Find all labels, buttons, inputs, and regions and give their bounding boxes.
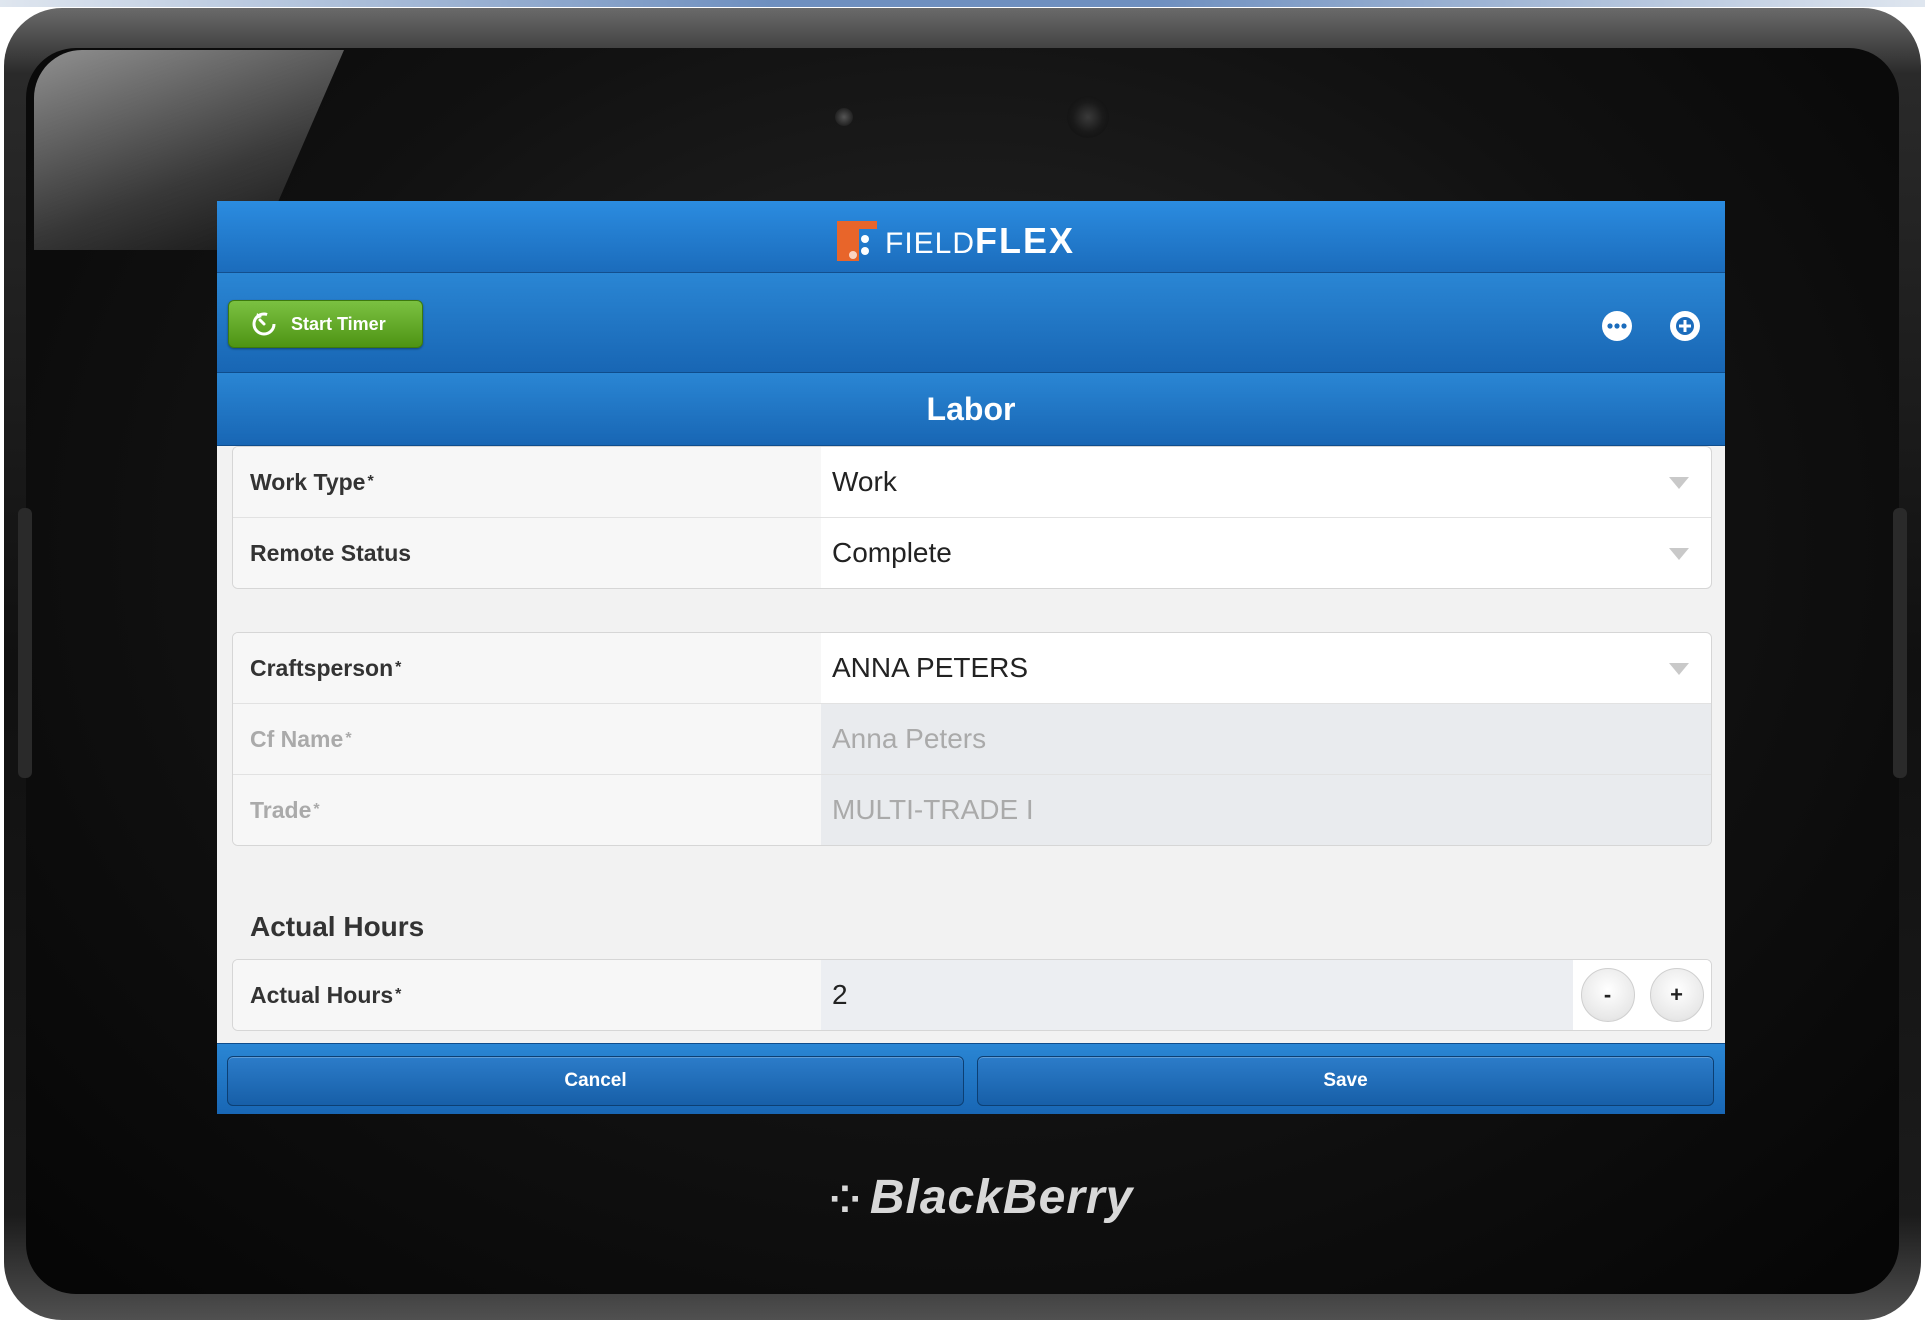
craftsperson-value: ANNA PETERS <box>832 652 1029 683</box>
trade-field: MULTI-TRADE I <box>821 775 1711 845</box>
side-button-right <box>1893 508 1907 778</box>
cancel-button[interactable]: Cancel <box>227 1056 964 1106</box>
trade-row: Trade * MULTI-TRADE I <box>233 774 1711 845</box>
cf-name-field: Anna Peters <box>821 704 1711 774</box>
top-strip <box>0 0 1925 7</box>
chevron-down-icon <box>1669 663 1689 675</box>
cf-name-row: Cf Name * Anna Peters <box>233 703 1711 774</box>
light-sensor <box>835 108 853 126</box>
decrement-button[interactable]: - <box>1580 968 1635 1022</box>
fieldflex-logo: FIELDFLEX <box>837 220 1075 262</box>
craftsperson-select[interactable]: ANNA PETERS <box>821 633 1711 703</box>
actual-hours-row: Actual Hours * 2 - + <box>233 960 1711 1030</box>
more-icon[interactable] <box>1602 311 1632 341</box>
work-type-row: Work Type * Work <box>233 447 1711 517</box>
cf-name-label: Cf Name * <box>233 704 821 774</box>
save-button[interactable]: Save <box>977 1056 1714 1106</box>
stopwatch-icon <box>252 312 276 336</box>
quantity-stepper: - + <box>1573 960 1711 1030</box>
work-type-label: Work Type * <box>233 447 821 517</box>
chevron-down-icon <box>1669 477 1689 489</box>
app-header: FIELDFLEX <box>217 201 1725 273</box>
toolbar: Start Timer <box>217 273 1725 373</box>
fieldflex-mark-icon <box>837 221 877 261</box>
side-button-left <box>18 508 32 778</box>
remote-status-label: Remote Status <box>233 518 821 588</box>
start-timer-label: Start Timer <box>291 313 386 334</box>
brand-prefix: FIELD <box>885 227 976 260</box>
actual-hours-value: 2 <box>832 979 848 1010</box>
actual-hours-label: Actual Hours * <box>233 960 821 1030</box>
craftsperson-row: Craftsperson * ANNA PETERS <box>233 633 1711 703</box>
brand-suffix: FLEX <box>975 220 1076 261</box>
blackberry-logo: ⁘ BlackBerry <box>829 1170 1133 1225</box>
page-title: Labor <box>217 373 1725 446</box>
add-icon[interactable] <box>1670 311 1700 341</box>
craft-group: Craftsperson * ANNA PETERS Cf Name * Anna … <box>232 632 1712 846</box>
increment-button[interactable]: + <box>1649 968 1704 1022</box>
device-brand: BlackBerry <box>869 1171 1134 1224</box>
chevron-down-icon <box>1669 548 1689 560</box>
trade-value: MULTI-TRADE I <box>832 794 1034 825</box>
remote-status-row: Remote Status Complete <box>233 517 1711 588</box>
front-camera <box>1067 96 1109 138</box>
hours-group: Actual Hours * 2 - + <box>232 959 1712 1031</box>
start-timer-button[interactable]: Start Timer <box>228 300 423 348</box>
cf-name-value: Anna Peters <box>832 723 987 754</box>
craftsperson-label: Craftsperson * <box>233 633 821 703</box>
work-type-value: Work <box>832 466 897 497</box>
remote-status-select[interactable]: Complete <box>821 518 1711 588</box>
footer-bar: Cancel Save <box>217 1043 1725 1114</box>
trade-label: Trade * <box>233 775 821 845</box>
work-type-select[interactable]: Work <box>821 447 1711 517</box>
actual-hours-heading: Actual Hours <box>250 911 425 942</box>
remote-status-value: Complete <box>832 537 952 568</box>
work-group: Work Type * Work Remote Status Complete <box>232 446 1712 589</box>
blackberry-dots-icon: ⁘ <box>829 1180 862 1222</box>
app-screen: FIELDFLEX Start Timer Labor Work Type * W… <box>217 201 1725 1114</box>
